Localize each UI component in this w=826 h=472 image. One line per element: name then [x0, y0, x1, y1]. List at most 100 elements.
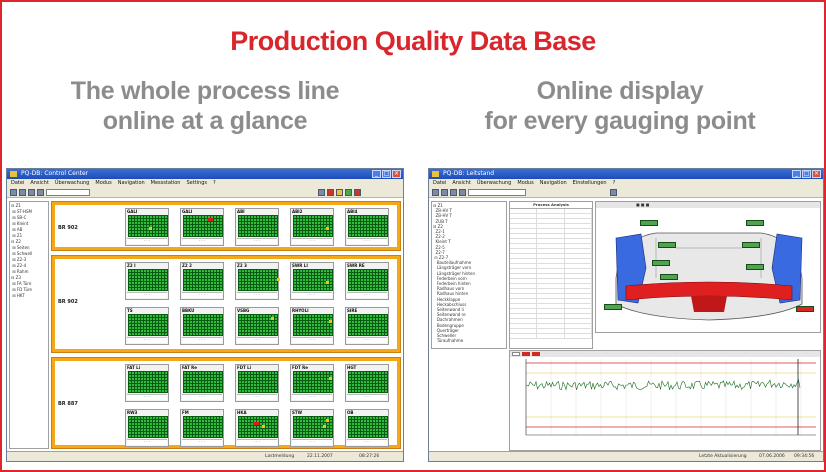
station-tile[interactable]: FDT Li · · ·: [235, 364, 279, 402]
station-tile[interactable]: SWR RE · · ·: [345, 262, 389, 300]
menu-item[interactable]: Ansicht: [452, 179, 470, 188]
station-tile[interactable]: ABI · · ·: [235, 208, 279, 246]
measurement-grid: [348, 416, 388, 438]
station-tile[interactable]: GALI · · ·: [125, 208, 169, 246]
station-timestamp: · · ·: [127, 439, 167, 445]
station-timestamp: · · ·: [347, 292, 387, 298]
menu-item[interactable]: Überwachung: [477, 179, 512, 188]
menu-item[interactable]: Modus: [95, 179, 111, 188]
menu-item[interactable]: ?: [213, 179, 216, 188]
table-cell: [565, 229, 592, 233]
table-cell: [565, 299, 592, 303]
table-cell: [510, 219, 538, 223]
station-tile[interactable]: Z2 3 · · ·: [235, 262, 280, 300]
station-tile[interactable]: Z2 2 · · ·: [180, 262, 224, 300]
zoom-icon[interactable]: [610, 189, 617, 196]
station-tile[interactable]: FAT Re · · ·: [180, 364, 224, 402]
gauge-point-callout[interactable]: [652, 260, 670, 266]
minimize-button[interactable]: _: [372, 170, 381, 178]
station-tile[interactable]: SWR LI · · ·: [290, 262, 334, 300]
menu-item[interactable]: Datei: [433, 179, 446, 188]
print-icon[interactable]: [450, 189, 457, 196]
chart-icon[interactable]: [37, 189, 44, 196]
close-button[interactable]: ×: [392, 170, 401, 178]
save-icon[interactable]: [441, 189, 448, 196]
station-tile[interactable]: GALI · · ·: [180, 208, 224, 246]
station-tile[interactable]: VSBG · · ·: [235, 307, 279, 345]
measurement-grid: [293, 314, 333, 336]
table-cell: [537, 264, 565, 268]
table-cell: [537, 249, 565, 253]
station-tile[interactable]: TS · · ·: [125, 307, 169, 345]
station-tile[interactable]: RHYOLI · · ·: [290, 307, 334, 345]
minimize-button[interactable]: _: [792, 170, 801, 178]
table-cell: [565, 304, 592, 308]
ok-icon[interactable]: [345, 189, 352, 196]
gauge-point-callout[interactable]: [746, 220, 764, 226]
flag-icon[interactable]: [354, 189, 361, 196]
menu-item[interactable]: Datei: [11, 179, 24, 188]
gauge-select[interactable]: [468, 189, 526, 196]
warning-cell: [326, 227, 329, 230]
station-tile[interactable]: Z2 I · · ·: [125, 262, 169, 300]
table-cell: [565, 319, 592, 323]
gauge-point-callout[interactable]: [640, 220, 658, 226]
station-timestamp: · · ·: [182, 292, 222, 298]
alarm-icon[interactable]: [327, 189, 334, 196]
table-cell: [537, 319, 565, 323]
gauge-point-callout[interactable]: [660, 274, 678, 280]
station-tile[interactable]: FDT Re · · ·: [290, 364, 334, 402]
app-logo-icon: [432, 171, 439, 177]
menu-item[interactable]: Navigation: [118, 179, 145, 188]
line-tree[interactable]: ⊟ Z1 ⊞ ST-HSM ⊞ SB-C ⊞ Kleint ⊞ AB ⊞ Z1 …: [9, 201, 49, 449]
table-cell: [537, 254, 565, 258]
station-tile[interactable]: HKA · · ·: [235, 409, 279, 447]
menu-item[interactable]: Messstation: [151, 179, 181, 188]
gauge-point-callout[interactable]: [604, 304, 622, 310]
poster-title: Production Quality Data Base: [230, 26, 596, 56]
open-icon[interactable]: [10, 189, 17, 196]
table-cell: [565, 329, 592, 333]
menu-item[interactable]: Einstellungen: [573, 179, 607, 188]
gauge-tree[interactable]: ⊟ Z1 ZB-HV T ZB-HV T ZUB T ⊟ Z2 Z2-1 Z2-…: [431, 201, 507, 349]
station-timestamp: · · ·: [237, 238, 277, 244]
station-tile[interactable]: OB · · ·: [345, 409, 389, 447]
window-titlebar: PQ-DB: Control Center _ □ ×: [7, 169, 403, 179]
menu-item[interactable]: Navigation: [540, 179, 567, 188]
station-tile[interactable]: FM · · ·: [180, 409, 224, 447]
save-icon[interactable]: [19, 189, 26, 196]
gauge-point-callout[interactable]: [742, 242, 760, 248]
open-icon[interactable]: [432, 189, 439, 196]
warning-icon[interactable]: [336, 189, 343, 196]
station-tile[interactable]: STW · · ·: [290, 409, 334, 447]
gauge-point-callout[interactable]: [746, 264, 764, 270]
menu-item[interactable]: Überwachung: [55, 179, 90, 188]
menu-item[interactable]: Ansicht: [30, 179, 48, 188]
maximize-button[interactable]: □: [382, 170, 391, 178]
station-tile[interactable]: ABI4 · · ·: [345, 208, 389, 246]
maximize-button[interactable]: □: [802, 170, 811, 178]
menu-item[interactable]: ?: [613, 179, 616, 188]
station-tile[interactable]: HGT · · ·: [345, 364, 389, 402]
table-cell: [510, 289, 538, 293]
gauge-point-alarm-callout[interactable]: [796, 306, 814, 312]
station-timestamp: · · ·: [127, 337, 167, 343]
chart-icon[interactable]: [459, 189, 466, 196]
station-tile[interactable]: RW3 · · ·: [125, 409, 169, 447]
print-icon[interactable]: [28, 189, 35, 196]
station-name: Z2 2: [182, 263, 192, 268]
station-tile[interactable]: FAT Li · · ·: [125, 364, 169, 402]
station-tile[interactable]: ABI2 · · ·: [290, 208, 334, 246]
table-cell: [510, 239, 538, 243]
station-tile[interactable]: SIRE · · ·: [345, 307, 389, 345]
menu-item[interactable]: Modus: [517, 179, 533, 188]
close-button[interactable]: ×: [812, 170, 821, 178]
menu-item[interactable]: Settings: [186, 179, 207, 188]
zoom-icon[interactable]: [318, 189, 325, 196]
gauge-point-callout[interactable]: [658, 242, 676, 248]
station-tile[interactable]: BBKU · · ·: [180, 307, 224, 345]
table-cell: [565, 234, 592, 238]
station-select[interactable]: [46, 189, 90, 196]
station-timestamp: · · ·: [237, 337, 277, 343]
table-row: [510, 334, 592, 339]
